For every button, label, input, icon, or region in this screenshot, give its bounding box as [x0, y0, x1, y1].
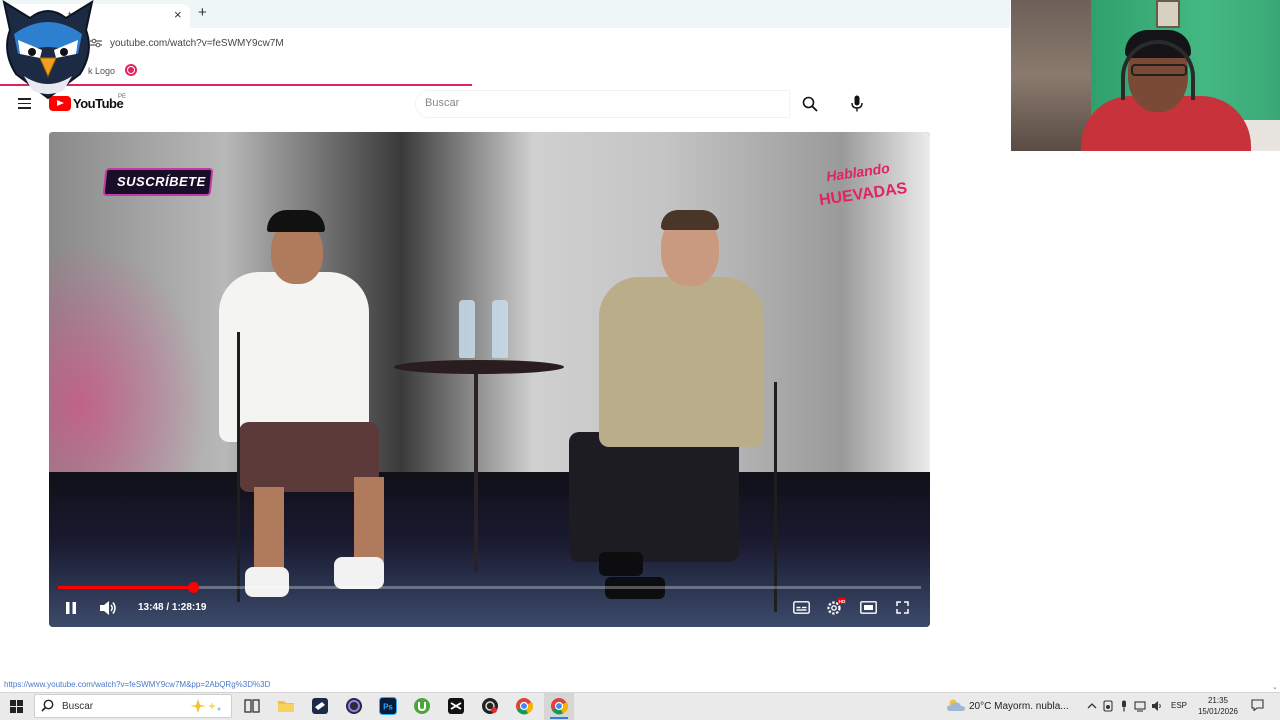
photoshop-icon[interactable]: Ps [379, 697, 397, 715]
subtitles-icon[interactable] [793, 601, 810, 614]
scroll-down-arrow-icon[interactable]: ⌄ [1272, 683, 1278, 691]
clock-date: 15/01/2026 [1197, 707, 1239, 716]
host-left-body [219, 272, 369, 442]
host-left-leg [354, 477, 384, 567]
video-time: 13:48 / 1:28:19 [138, 602, 207, 613]
host-left-leg [254, 487, 284, 577]
owl-logo-icon [2, 0, 94, 100]
new-tab-button[interactable]: + [198, 5, 207, 20]
sparkle-highlight-icon[interactable] [186, 697, 224, 715]
clock-time: 21:35 [1207, 696, 1229, 705]
water-bottle [492, 300, 508, 358]
host-left-shoe [245, 567, 289, 597]
video-progress-scrubber[interactable] [187, 582, 199, 593]
host-left-shoe [334, 557, 384, 589]
tab-close-icon[interactable]: × [174, 7, 182, 22]
stage-light [49, 242, 209, 472]
subscribe-overlay-text: SUSCRÍBETE [117, 174, 206, 189]
input-language[interactable]: ESP [1171, 701, 1187, 710]
taskbar-search-text: Buscar [62, 701, 94, 712]
steam-icon[interactable] [311, 697, 329, 715]
app-icon[interactable] [481, 697, 499, 715]
country-code: PE [118, 94, 127, 100]
settings-icon[interactable]: HD [826, 598, 846, 616]
stage-table-leg [474, 372, 478, 572]
url-text[interactable]: youtube.com/watch?v=feSWMY9cw7M [110, 38, 284, 49]
tray-app-icon[interactable] [1102, 700, 1114, 712]
chrome-icon[interactable] [515, 697, 533, 715]
video-progress-bar[interactable] [58, 582, 921, 593]
settings-quality-badge: HD [839, 599, 846, 604]
capcut-icon[interactable] [447, 697, 465, 715]
speaker-icon[interactable] [1151, 700, 1163, 712]
status-bar-link: https://www.youtube.com/watch?v=feSWMY9c… [4, 680, 271, 689]
active-app-indicator [550, 717, 568, 719]
miniplayer-icon[interactable] [860, 601, 877, 614]
host-left-cap [267, 210, 325, 232]
video-progress-played [58, 586, 193, 589]
task-view-icon[interactable] [243, 697, 261, 715]
stage-table [394, 360, 564, 374]
network-icon[interactable] [1134, 700, 1146, 712]
taskbar-search-icon [41, 699, 54, 712]
utorrent-icon[interactable] [413, 697, 431, 715]
chrome-active-icon[interactable] [550, 697, 568, 715]
video-player[interactable]: SUSCRÍBETE Hablando HUEVADAS 13:48 / 1:2… [49, 132, 930, 627]
mic-stand [774, 382, 777, 612]
search-icon[interactable] [802, 96, 818, 112]
host-right-legs [569, 432, 739, 562]
pause-icon[interactable] [64, 601, 78, 615]
weather-text[interactable]: 20°C Mayorm. nubla... [969, 701, 1069, 712]
mic-stand [237, 332, 240, 602]
host-right-shoe [599, 552, 643, 576]
bookmark-record-icon[interactable] [125, 64, 137, 76]
webcam-wall-frame [1156, 0, 1180, 28]
bookmarks-bar [0, 60, 1010, 84]
tray-microphone-icon[interactable] [1118, 700, 1130, 712]
obs-icon[interactable] [345, 697, 363, 715]
notifications-icon[interactable] [1251, 699, 1264, 711]
svg-text:Ps: Ps [383, 703, 393, 712]
file-explorer-icon[interactable] [277, 697, 295, 715]
mic-icon[interactable] [850, 95, 864, 112]
host-right-body [599, 277, 764, 447]
webcam-overlay [1011, 0, 1280, 151]
search-input[interactable] [415, 90, 790, 118]
fullscreen-icon[interactable] [896, 601, 909, 614]
search-placeholder: Buscar [425, 97, 460, 109]
water-bottle [459, 300, 475, 358]
weather-cloud-icon[interactable] [946, 698, 966, 712]
windows-start-icon[interactable] [10, 700, 23, 713]
volume-icon[interactable] [99, 600, 117, 616]
tray-chevron-up-icon[interactable] [1086, 700, 1098, 712]
host-right-hair [661, 210, 719, 230]
taskbar-clock[interactable]: 21:35 15/01/2026 [1196, 695, 1240, 717]
webcam-stone-wall [1011, 0, 1091, 151]
